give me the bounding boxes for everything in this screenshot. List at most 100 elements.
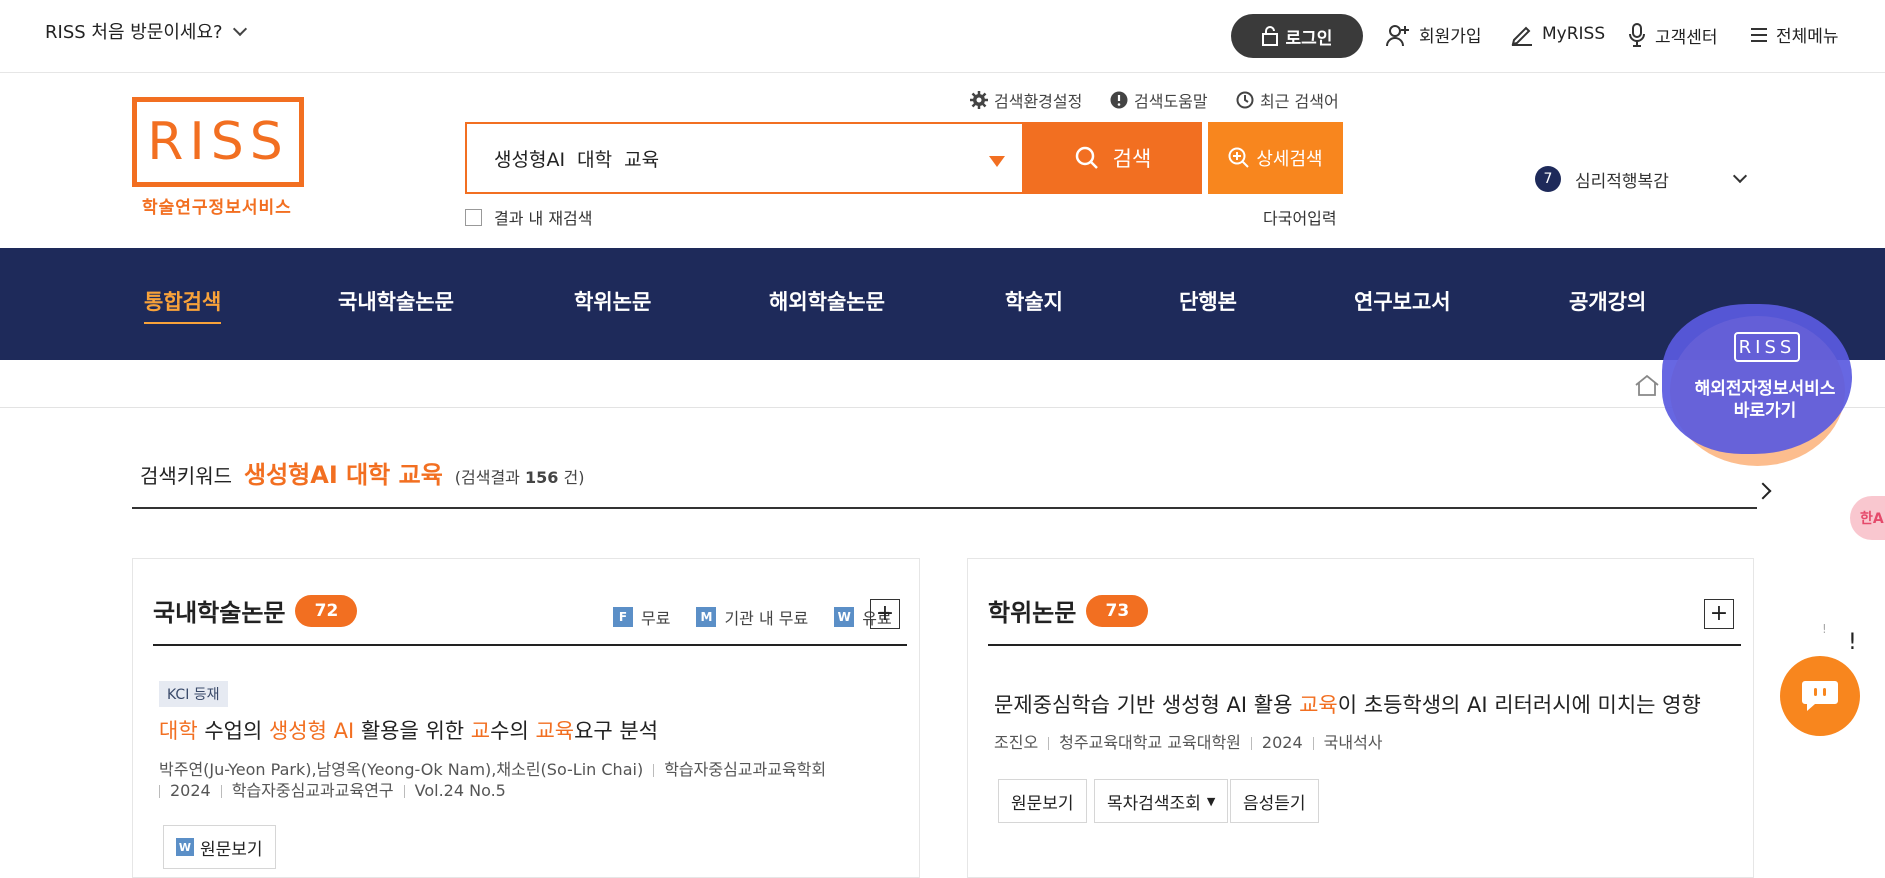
thesis-card: 학위논문 73 + 문제중심학습 기반 생성형 AI 활용 교육이 초등학생의 … [967, 558, 1754, 878]
support-label: 고객센터 [1655, 27, 1718, 48]
thesis-more-button[interactable]: + [1704, 599, 1734, 629]
title-text: 수업의 [197, 719, 269, 743]
myriss-link[interactable]: MyRISS [1510, 22, 1605, 46]
home-icon[interactable] [1634, 374, 1660, 396]
title-text: 이 초등학생의 AI 리터러시에 미치는 영향 [1337, 693, 1701, 717]
info-icon [1110, 91, 1128, 109]
title-text: 수의 [490, 719, 536, 743]
title-text: 문제중심학습 기반 생성형 AI 활용 [994, 693, 1300, 717]
result-count: (검색결과 156 건) [455, 464, 585, 488]
signup-link[interactable]: 회원가입 [1385, 22, 1482, 47]
recent-search-link[interactable]: 최근 검색어 [1236, 88, 1339, 112]
chat-icon [1802, 681, 1838, 711]
paper-journal[interactable]: 학습자중심교과교육연구 [232, 781, 394, 800]
paper-year: 2024 [170, 781, 211, 800]
notice-mark-small: ! [1822, 622, 1827, 636]
legend-free: 무료 [641, 609, 671, 628]
result-prefix: (검색결과 [454, 468, 520, 487]
refine-search-checkbox[interactable]: 결과 내 재검색 [465, 205, 593, 229]
myriss-label: MyRISS [1542, 24, 1606, 44]
riss-logo[interactable]: RISS 학술연구정보서비스 [132, 97, 304, 219]
add-user-icon [1386, 24, 1409, 46]
thesis-title-link[interactable]: 문제중심학습 기반 생성형 AI 활용 교육이 초등학생의 AI 리터러시에 미… [994, 689, 1701, 719]
first-visit-label: RISS 처음 방문이세요? [45, 22, 223, 43]
toc-search-button[interactable]: 목차검색조회 ▼ [1094, 779, 1229, 823]
highlighted-keyword: 교 [470, 719, 491, 743]
view-fulltext-button[interactable]: W 원문보기 [163, 825, 276, 869]
paid-icon: W [834, 607, 855, 627]
highlighted-keyword: 생성형 AI [268, 719, 355, 743]
login-label: 로그인 [1285, 28, 1333, 49]
overseas-eservice-banner[interactable]: RISS 해외전자정보서비스 바로가기 [1660, 296, 1872, 476]
search-input[interactable] [492, 146, 972, 170]
chatbot-button[interactable] [1780, 656, 1860, 736]
domestic-card-title: 국내학술논문 72 [153, 593, 358, 628]
domestic-title-label: 국내학술논문 [153, 599, 286, 627]
advanced-search-button[interactable]: 상세검색 [1208, 122, 1343, 194]
search-icon [1075, 146, 1098, 169]
search-help-label: 검색도움말 [1134, 92, 1208, 111]
nav-foreign-papers[interactable]: 해외학술논문 [769, 286, 885, 316]
chevron-down-icon[interactable] [1732, 168, 1748, 184]
popular-keyword-ranking[interactable]: 7 심리적행복감 [1535, 165, 1748, 193]
nav-journals[interactable]: 학술지 [1005, 286, 1063, 316]
nav-domestic-papers[interactable]: 국내학술논문 [338, 286, 454, 316]
all-menu-label: 전체메뉴 [1776, 27, 1839, 47]
title-text: 요구 분석 [574, 719, 659, 743]
free-icon: F [613, 607, 633, 627]
card-divider [988, 644, 1741, 646]
search-button[interactable]: 검색 [1024, 122, 1202, 194]
nav-integrated-search[interactable]: 통합검색 [144, 286, 222, 324]
dropdown-triangle-icon[interactable] [989, 156, 1005, 167]
paper-volume[interactable]: Vol.24 No.5 [415, 781, 506, 800]
result-number: 156 [525, 468, 559, 487]
pencil-icon [1511, 26, 1532, 46]
highlighted-keyword: 대학 [159, 719, 198, 743]
rank-number: 7 [1535, 166, 1561, 192]
first-visit-dropdown[interactable]: RISS 처음 방문이세요? [45, 18, 247, 44]
legend-institution-free: 기관 내 무료 [724, 609, 809, 628]
refine-label: 결과 내 재검색 [494, 209, 593, 228]
chevron-right-icon[interactable] [1754, 482, 1772, 500]
nav-books[interactable]: 단행본 [1179, 286, 1237, 316]
gear-icon [970, 91, 988, 109]
thesis-count-badge: 73 [1086, 594, 1149, 627]
all-menu-link[interactable]: 전체메뉴 [1750, 22, 1839, 47]
paper-title-link[interactable]: 대학 수업의 생성형 AI 활용을 위한 교수의 교육요구 분석 [159, 715, 658, 745]
nav-research-reports[interactable]: 연구보고서 [1354, 286, 1451, 316]
paid-icon: W [176, 838, 194, 856]
thesis-author[interactable]: 조진오 [994, 733, 1038, 752]
search-button-label: 검색 [1112, 147, 1152, 171]
signup-label: 회원가입 [1419, 27, 1482, 47]
chevron-down-icon [232, 21, 247, 36]
paper-authors[interactable]: 박주연(Ju-Yeon Park),남영옥(Yeong-Ok Nam),채소린(… [159, 760, 643, 779]
nav-theses[interactable]: 학위논문 [574, 286, 651, 316]
thesis-degree: 국내석사 [1323, 733, 1383, 752]
search-help-link[interactable]: 검색도움말 [1110, 88, 1208, 112]
thesis-title-label: 학위논문 [988, 599, 1077, 627]
search-settings-link[interactable]: 검색환경설정 [970, 88, 1082, 112]
rank-term: 심리적행복감 [1575, 171, 1669, 192]
paper-publisher[interactable]: 학습자중심교과교육학회 [664, 760, 826, 779]
support-link[interactable]: 고객센터 [1627, 22, 1718, 48]
domestic-more-button[interactable]: + [870, 599, 900, 629]
nav-open-lectures[interactable]: 공개강의 [1569, 286, 1646, 316]
thesis-school[interactable]: 청주교육대학교 교육대학원 [1059, 733, 1241, 752]
banner-text: 해외전자정보서비스 바로가기 [1680, 378, 1850, 422]
highlighted-keyword: 교육 [1299, 693, 1338, 717]
logo-letters: RISS [147, 112, 289, 172]
keyword-divider [132, 507, 1757, 509]
checkbox[interactable] [465, 208, 482, 226]
translate-widget[interactable]: 한A [1850, 496, 1885, 540]
domestic-papers-card: 국내학술논문 72 F 무료 M 기관 내 무료 W 유료 + KCI 등재 대… [132, 558, 920, 878]
multilang-input-link[interactable]: 다국어입력 [1263, 205, 1337, 229]
logo-box: RISS [132, 97, 304, 187]
zoom-in-icon [1228, 147, 1250, 168]
thesis-view-button[interactable]: 원문보기 [998, 779, 1087, 823]
thesis-year: 2024 [1261, 733, 1303, 752]
login-button[interactable]: 로그인 [1231, 14, 1363, 58]
thesis-card-title: 학위논문 73 [988, 593, 1149, 628]
search-keyword-summary: 검색키워드 생성형AI 대학 교육 (검색결과 156 건) [140, 455, 584, 490]
listen-audio-button[interactable]: 음성듣기 [1230, 779, 1319, 823]
toc-search-label: 목차검색조회 [1107, 793, 1201, 814]
